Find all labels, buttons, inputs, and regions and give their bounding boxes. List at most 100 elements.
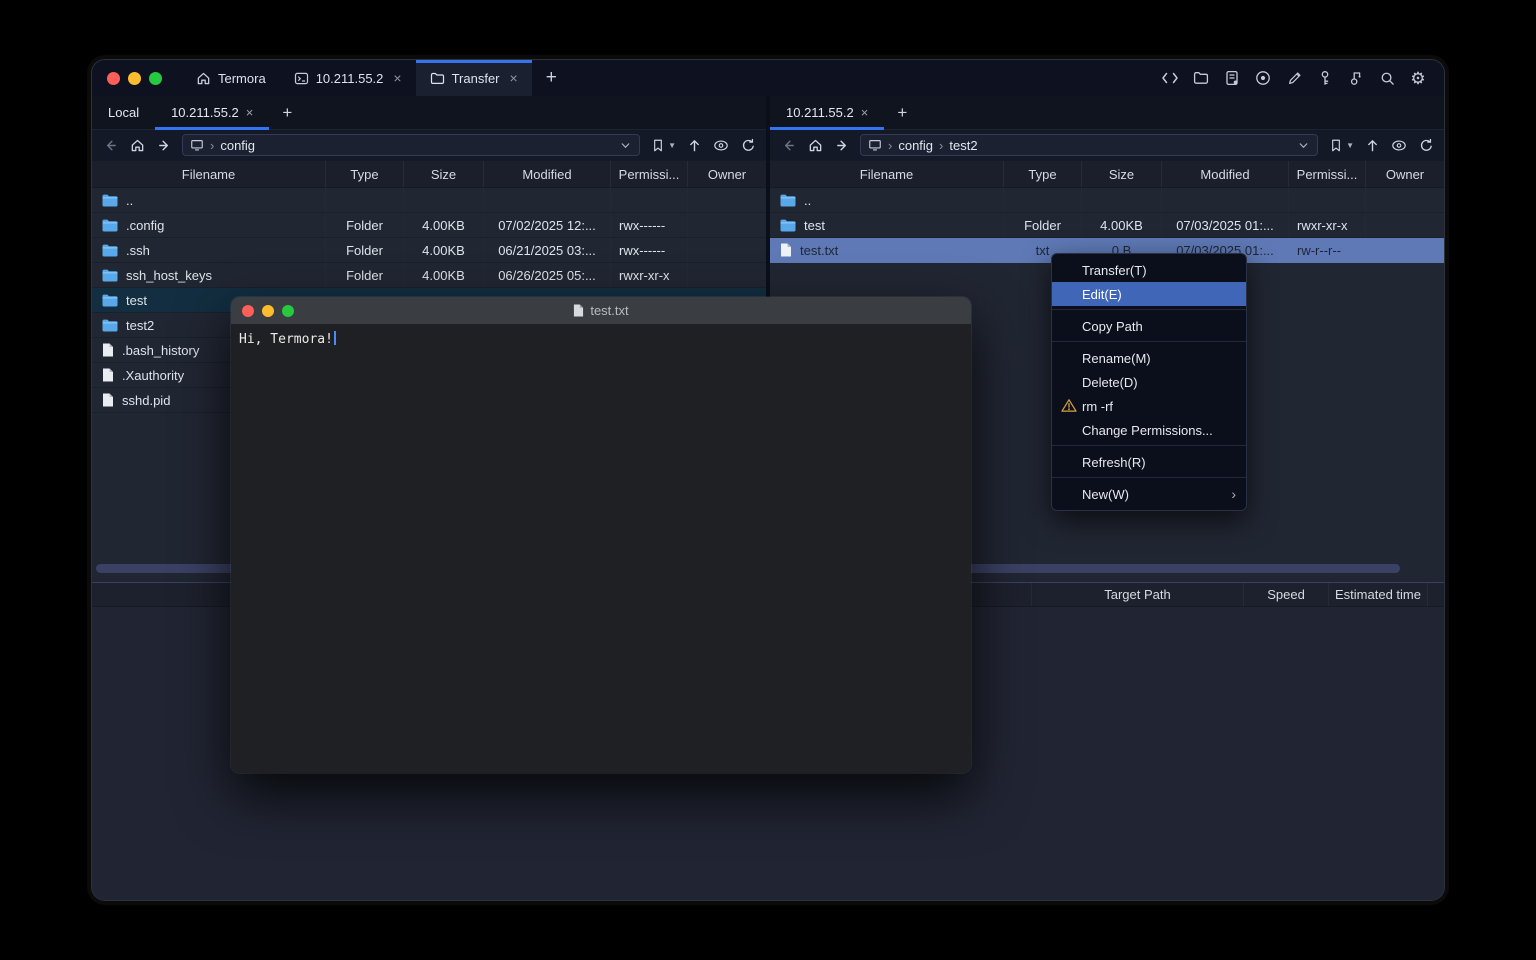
tab-terminal-session[interactable]: 10.211.55.2 × (280, 60, 416, 96)
col-modified[interactable]: Modified (483, 161, 610, 187)
breadcrumb-segment[interactable]: config (898, 138, 933, 153)
context-menu: Transfer(T) Edit(E) Copy Path Rename(M) … (1051, 253, 1247, 511)
menu-item-delete[interactable]: Delete(D) (1052, 370, 1246, 394)
new-pane-tab-button[interactable]: + (269, 96, 305, 129)
col-permissions[interactable]: Permissi... (1288, 161, 1365, 187)
close-tab-icon[interactable]: × (510, 70, 518, 86)
show-hidden-files-icon[interactable] (712, 136, 730, 154)
right-pane-tabs: 10.211.55.2 × + (770, 96, 1444, 130)
crumb-separator: › (939, 138, 943, 153)
menu-item-copy-path[interactable]: Copy Path (1052, 314, 1246, 338)
filename: ssh_host_keys (126, 268, 212, 283)
home-icon (196, 71, 211, 86)
pane-tab-remote[interactable]: 10.211.55.2 × (770, 96, 884, 129)
minimize-window-button[interactable] (262, 305, 274, 317)
close-window-button[interactable] (107, 72, 120, 85)
forward-icon[interactable] (833, 136, 851, 154)
breadcrumb-segment[interactable]: config (220, 138, 255, 153)
table-row[interactable]: .ssh Folder4.00KB06/21/2025 03:...rwx---… (92, 238, 766, 263)
col-spacer (1427, 583, 1444, 606)
editor-titlebar: test.txt (231, 297, 971, 324)
edit-pencil-icon[interactable] (1282, 66, 1306, 90)
col-modified[interactable]: Modified (1161, 161, 1288, 187)
filename: test (804, 218, 825, 233)
upload-icon[interactable] (685, 136, 703, 154)
close-tab-icon[interactable]: × (861, 105, 869, 120)
col-owner[interactable]: Owner (1365, 161, 1444, 187)
forward-icon[interactable] (155, 136, 173, 154)
left-toolbar: › config ▼ (92, 130, 766, 160)
zoom-window-button[interactable] (282, 305, 294, 317)
editor-content[interactable]: Hi, Termora! (231, 324, 971, 773)
folder-icon[interactable] (1189, 66, 1213, 90)
file-icon (102, 343, 114, 357)
chevron-down-icon[interactable] (619, 139, 632, 152)
bookmark-icon[interactable] (649, 136, 667, 154)
menu-item-new[interactable]: New(W) › (1052, 482, 1246, 506)
col-filename[interactable]: Filename (770, 167, 1003, 182)
table-row[interactable]: .. (92, 188, 766, 213)
record-macro-icon[interactable] (1251, 66, 1275, 90)
refresh-icon[interactable] (1417, 136, 1435, 154)
bookmark-caret-icon[interactable]: ▼ (668, 141, 676, 150)
table-row[interactable]: .. (770, 188, 1444, 213)
zoom-window-button[interactable] (149, 72, 162, 85)
menu-item-rename[interactable]: Rename(M) (1052, 346, 1246, 370)
new-tab-button[interactable]: + (532, 60, 571, 96)
table-row[interactable]: .config Folder4.00KB07/02/2025 12:...rwx… (92, 213, 766, 238)
menu-separator (1052, 477, 1246, 478)
crumb-separator: › (888, 138, 892, 153)
col-estimated-time: Estimated time (1328, 583, 1427, 606)
code-snippets-icon[interactable] (1158, 66, 1182, 90)
table-row[interactable]: test Folder4.00KB07/03/2025 01:...rwxr-x… (770, 213, 1444, 238)
new-pane-tab-button[interactable]: + (884, 96, 920, 129)
path-bar[interactable]: › config › test2 (860, 134, 1318, 156)
home-icon[interactable] (128, 136, 146, 154)
pane-tab-remote[interactable]: 10.211.55.2 × (155, 96, 269, 129)
col-type[interactable]: Type (1003, 161, 1081, 187)
upload-icon[interactable] (1363, 136, 1381, 154)
pane-tab-local[interactable]: Local (92, 96, 155, 129)
pane-tab-label: 10.211.55.2 (171, 105, 239, 120)
filename: sshd.pid (122, 393, 170, 408)
window-tabs: Termora 10.211.55.2 × Transfer × + (182, 60, 571, 96)
menu-item-edit[interactable]: Edit(E) (1052, 282, 1246, 306)
close-tab-icon[interactable]: × (246, 105, 254, 120)
search-icon[interactable] (1375, 66, 1399, 90)
menu-item-change-permissions[interactable]: Change Permissions... (1052, 418, 1246, 442)
menu-item-transfer[interactable]: Transfer(T) (1052, 258, 1246, 282)
col-size[interactable]: Size (1081, 161, 1161, 187)
col-owner[interactable]: Owner (687, 161, 766, 187)
menu-item-refresh[interactable]: Refresh(R) (1052, 450, 1246, 474)
col-filename[interactable]: Filename (92, 167, 325, 182)
close-tab-icon[interactable]: × (393, 70, 401, 86)
tab-transfer[interactable]: Transfer × (416, 60, 532, 96)
path-bar[interactable]: › config (182, 134, 640, 156)
menu-separator (1052, 309, 1246, 310)
col-size[interactable]: Size (403, 161, 483, 187)
refresh-icon[interactable] (739, 136, 757, 154)
right-file-table: Filename Type Size Modified Permissi... … (770, 160, 1444, 263)
minimize-window-button[interactable] (128, 72, 141, 85)
settings-gear-icon[interactable]: ⚙ (1406, 66, 1430, 90)
col-permissions[interactable]: Permissi... (610, 161, 687, 187)
log-icon[interactable] (1220, 66, 1244, 90)
table-row[interactable]: ssh_host_keys Folder4.00KB06/26/2025 05:… (92, 263, 766, 288)
home-icon[interactable] (806, 136, 824, 154)
back-icon[interactable] (101, 136, 119, 154)
chevron-down-icon[interactable] (1297, 139, 1310, 152)
back-icon[interactable] (779, 136, 797, 154)
tab-termora-home[interactable]: Termora (182, 60, 280, 96)
filename: test (126, 293, 147, 308)
editor-title: test.txt (231, 297, 971, 324)
col-type[interactable]: Type (325, 161, 403, 187)
breadcrumb-segment[interactable]: test2 (949, 138, 977, 153)
show-hidden-files-icon[interactable] (1390, 136, 1408, 154)
key-icon[interactable] (1313, 66, 1337, 90)
bookmark-icon[interactable] (1327, 136, 1345, 154)
keychain-icon[interactable] (1344, 66, 1368, 90)
menu-item-rm-rf[interactable]: rm -rf (1052, 394, 1246, 418)
close-window-button[interactable] (242, 305, 254, 317)
pane-tab-label: Local (108, 105, 139, 120)
bookmark-caret-icon[interactable]: ▼ (1346, 141, 1354, 150)
